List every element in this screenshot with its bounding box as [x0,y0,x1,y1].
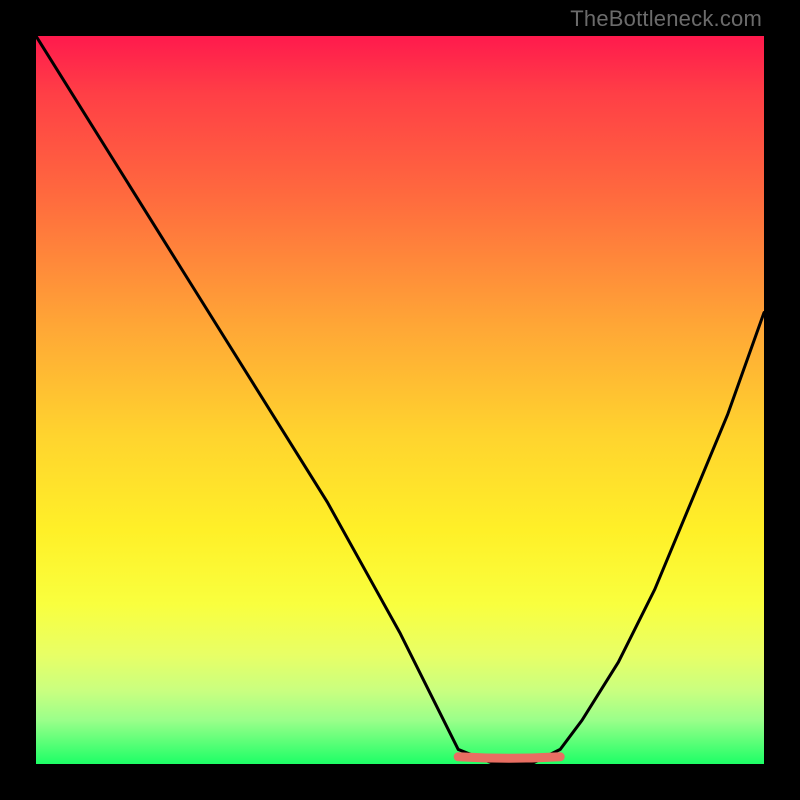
bottleneck-curve [36,36,764,764]
curve-layer [36,36,764,764]
watermark-text: TheBottleneck.com [570,6,762,32]
plot-area [36,36,764,764]
chart-frame: TheBottleneck.com [0,0,800,800]
optimal-range-marker [458,757,560,759]
